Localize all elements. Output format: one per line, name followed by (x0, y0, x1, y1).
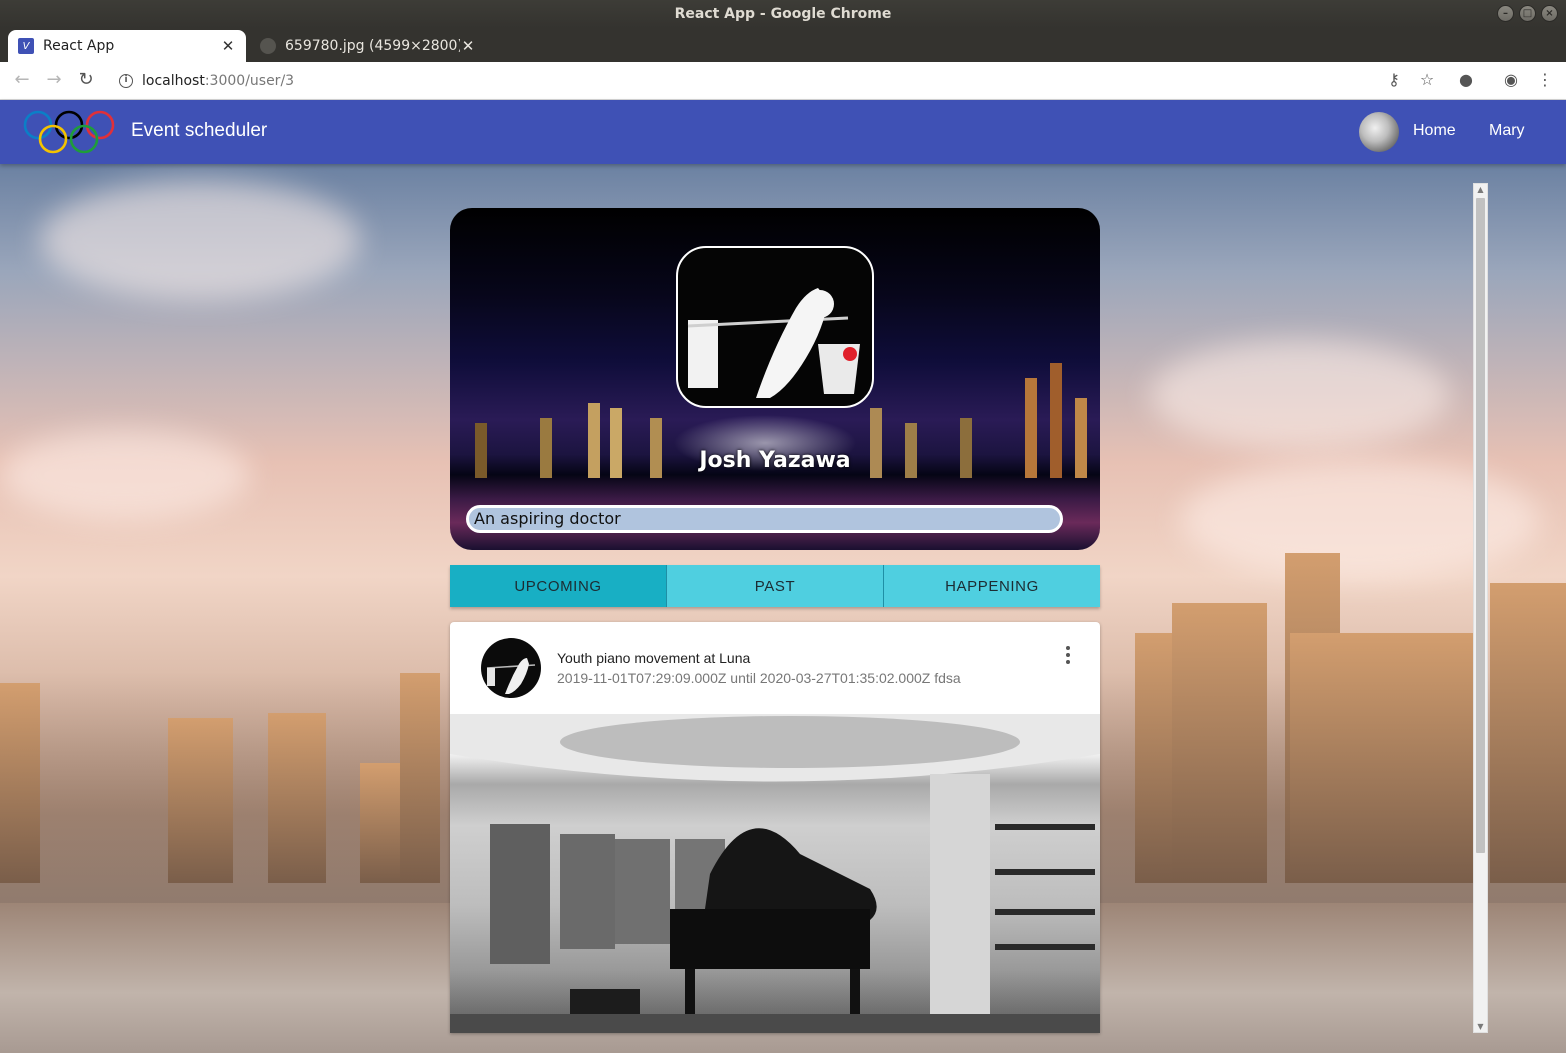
back-arrow-icon[interactable]: ← (10, 69, 34, 90)
cloud (1150, 340, 1450, 450)
event-tabs: UPCOMING PAST HAPPENING (450, 565, 1100, 607)
tab-upcoming[interactable]: UPCOMING (450, 565, 666, 607)
tab-happening[interactable]: HAPPENING (883, 565, 1100, 607)
olympic-rings-logo-icon[interactable] (22, 108, 118, 156)
site-info-icon[interactable]: i (119, 74, 133, 88)
page-scrollbar[interactable]: ▲ ▼ (1473, 183, 1488, 1033)
browser-tab-react-app[interactable]: V React App ✕ (8, 30, 246, 62)
close-window-button[interactable]: × (1541, 5, 1558, 22)
react-app-favicon-icon: V (18, 38, 34, 54)
user-menu-link[interactable]: Mary (1489, 122, 1525, 140)
url-host: localhost (142, 73, 205, 89)
window-title: React App - Google Chrome (674, 6, 892, 22)
cat-thumbnail-icon (486, 658, 536, 694)
browser-tab-strip: V React App ✕ 659780.jpg (4599×2800) ✕ + (0, 28, 1566, 84)
bio-field[interactable]: An aspiring doctor (466, 505, 1063, 533)
cloud (40, 180, 360, 300)
event-card[interactable]: Youth piano movement at Luna 2019-11-01T… (450, 622, 1100, 1033)
window-controls: – □ × (1497, 5, 1558, 22)
more-options-icon[interactable] (1060, 644, 1076, 668)
cloud (0, 430, 250, 520)
url-path: :3000/user/3 (204, 73, 295, 89)
browser-menu-icon[interactable]: ⋮ (1535, 70, 1555, 89)
home-link[interactable]: Home (1413, 122, 1456, 140)
window-titlebar: React App - Google Chrome – □ × (0, 0, 1566, 28)
tab-title: React App (43, 38, 115, 54)
profile-picture[interactable] (676, 246, 874, 408)
building (0, 683, 40, 883)
browser-toolbar: ← → ↻ i localhost:3000/user/3 ⚷ ☆ ● ◉ ⋮ (0, 62, 1566, 100)
minimize-window-button[interactable]: – (1497, 5, 1514, 22)
piano-photo-icon (450, 714, 1100, 1033)
event-title: Youth piano movement at Luna (557, 650, 751, 666)
event-subtitle: 2019-11-01T07:29:09.000Z until 2020-03-2… (557, 670, 961, 686)
tab-past[interactable]: PAST (666, 565, 883, 607)
cat-photo-icon (687, 288, 860, 398)
building (1490, 583, 1566, 883)
browser-tab-image[interactable]: 659780.jpg (4599×2800) ✕ (252, 30, 484, 62)
event-avatar (481, 638, 541, 698)
scroll-down-arrow-icon[interactable]: ▼ (1474, 1022, 1487, 1031)
globe-favicon-icon (260, 38, 276, 54)
maximize-window-button[interactable]: □ (1519, 5, 1536, 22)
building (400, 673, 440, 883)
forward-arrow-icon[interactable]: → (42, 69, 66, 90)
scrollbar-thumb[interactable] (1476, 198, 1485, 853)
close-tab-icon[interactable]: ✕ (460, 37, 476, 55)
user-avatar[interactable] (1359, 112, 1399, 152)
key-icon[interactable]: ⚷ (1384, 70, 1404, 89)
scroll-up-arrow-icon[interactable]: ▲ (1474, 185, 1487, 194)
building (1172, 603, 1267, 883)
profile-name: Josh Yazawa (699, 448, 851, 473)
profile-card: Josh Yazawa An aspiring doctor (450, 208, 1100, 550)
building (168, 718, 233, 883)
bookmark-star-icon[interactable]: ☆ (1417, 70, 1437, 89)
profile-avatar-icon[interactable]: ◉ (1501, 70, 1521, 89)
tab-title: 659780.jpg (4599×2800) (285, 38, 460, 54)
cookie-extension-icon[interactable]: ● (1456, 70, 1476, 89)
reload-icon[interactable]: ↻ (74, 69, 98, 90)
event-image (450, 714, 1100, 1033)
app-title: Event scheduler (131, 120, 268, 141)
building (1290, 633, 1475, 883)
app-bar: Event scheduler Home Mary (0, 100, 1566, 164)
address-bar[interactable]: i localhost:3000/user/3 (112, 67, 1372, 95)
close-tab-icon[interactable]: ✕ (220, 37, 236, 55)
building (268, 713, 326, 883)
